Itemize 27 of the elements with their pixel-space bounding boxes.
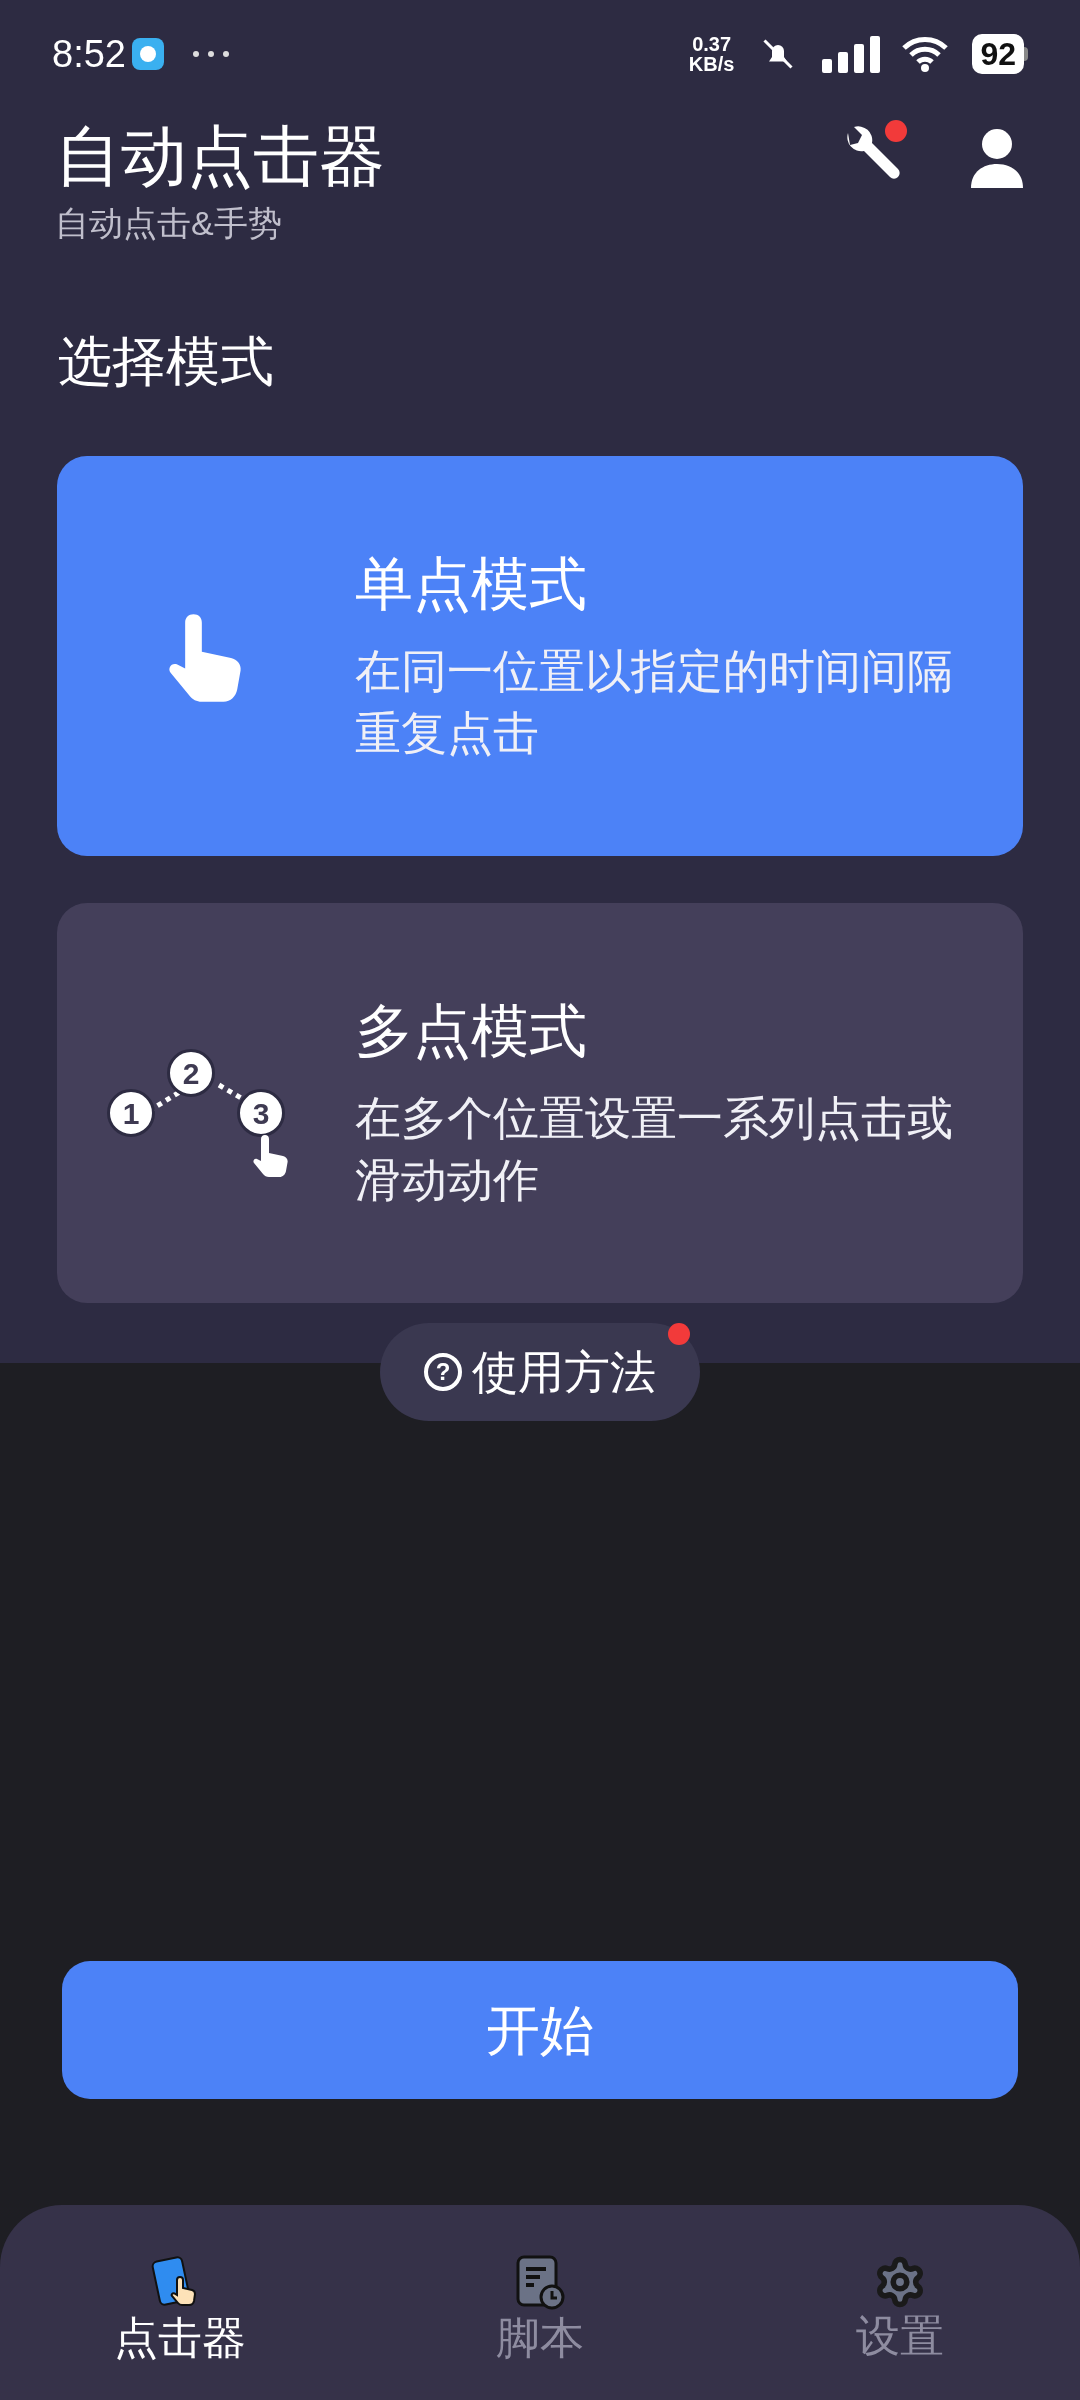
nav-tab[interactable]: 点击器 xyxy=(0,2255,360,2365)
step-number: 2 xyxy=(167,1049,215,1097)
wifi-icon xyxy=(902,36,949,72)
start-button[interactable]: 开始 xyxy=(62,1961,1018,2099)
mode-title: 单点模式 xyxy=(355,550,588,618)
mode-description: 在多个位置设置一系列点击或滑动动作 xyxy=(355,1091,954,1208)
network-speed: 0.37 KB/s xyxy=(688,34,735,74)
app-subtitle: 自动点击&手势 xyxy=(55,203,283,244)
step-number: 1 xyxy=(107,1089,155,1137)
app-title: 自动点击器 xyxy=(55,118,386,195)
help-icon: ? xyxy=(424,1353,462,1391)
signal-icon xyxy=(822,35,881,73)
nav-tab[interactable]: 脚本 xyxy=(360,2255,720,2365)
more-icon xyxy=(191,50,230,58)
app-notification-icon xyxy=(131,38,164,70)
section-title: 选择模式 xyxy=(57,330,275,393)
mode-title: 多点模式 xyxy=(355,997,588,1065)
clock: 8:52 xyxy=(52,31,126,77)
user-icon[interactable] xyxy=(969,128,1025,188)
battery-level: 92 xyxy=(972,34,1024,74)
mode-description: 在同一位置以指定的时间间隔重复点击 xyxy=(355,644,954,761)
step-number: 3 xyxy=(237,1089,285,1137)
document-clock-icon xyxy=(514,2255,566,2311)
mode-card[interactable]: 单点模式 在同一位置以指定的时间间隔重复点击 xyxy=(57,456,1023,856)
nav-tab[interactable]: 设置 xyxy=(720,2255,1080,2363)
how-to-use-button[interactable]: ? 使用方法 xyxy=(380,1323,700,1421)
mode-card[interactable]: 1 2 3 多点模式 在多个位置设置一系列点击或滑动动作 xyxy=(57,903,1023,1303)
